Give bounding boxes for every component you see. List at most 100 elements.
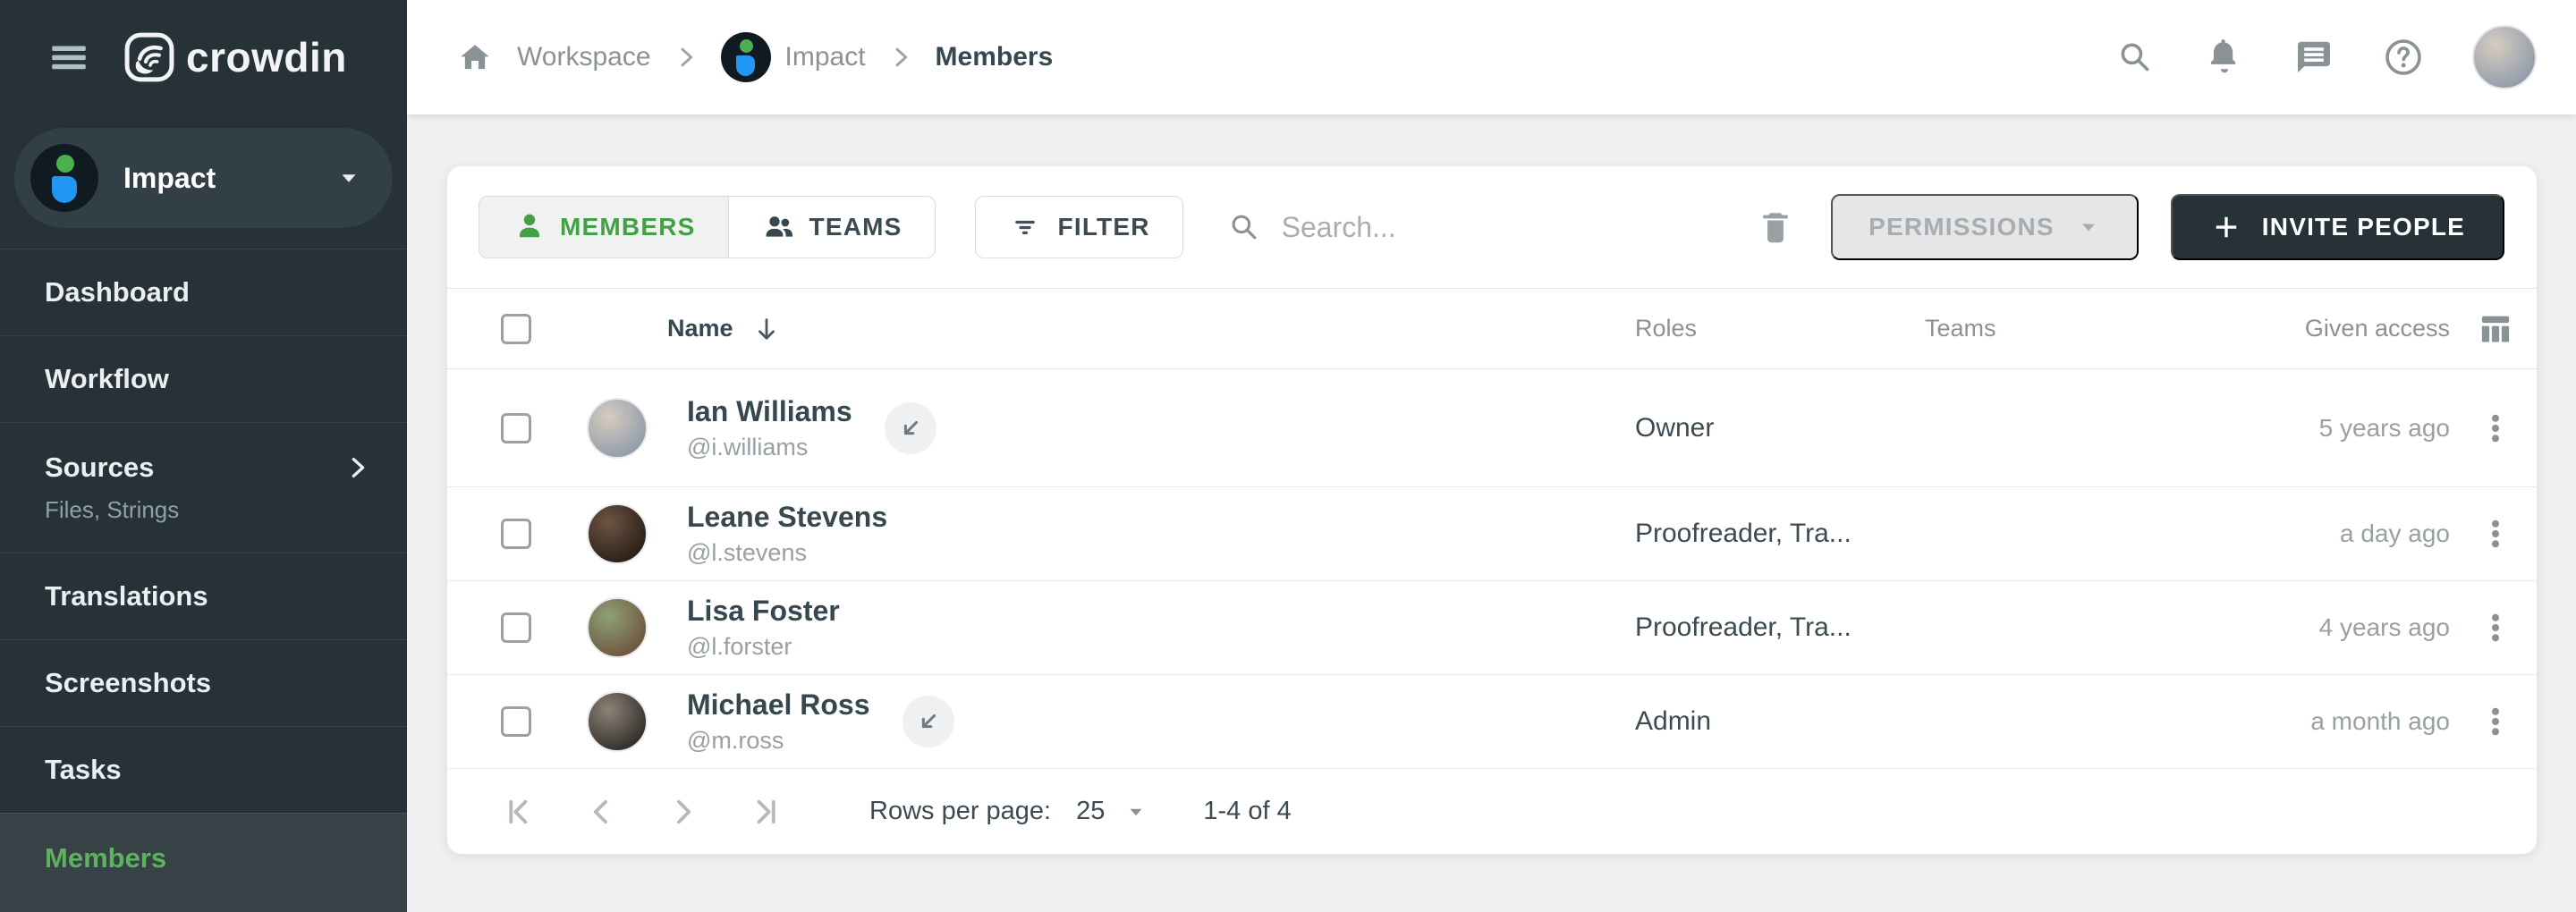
name-header-label: Name bbox=[667, 315, 733, 342]
home-icon[interactable] bbox=[456, 38, 494, 76]
notifications-icon[interactable] bbox=[2204, 37, 2245, 78]
breadcrumb-project[interactable]: Impact bbox=[721, 32, 866, 82]
member-given-access: a month ago bbox=[2191, 707, 2453, 736]
table-body: Ian Williams @i.williams Owner 5 years a… bbox=[447, 369, 2537, 769]
member-name[interactable]: Leane Stevens bbox=[687, 501, 887, 534]
user-avatar[interactable] bbox=[2472, 25, 2537, 89]
sidebar-item-workflow[interactable]: Workflow bbox=[0, 335, 407, 422]
search-box bbox=[1226, 209, 1756, 245]
member-username: @l.forster bbox=[687, 633, 840, 661]
row-menu-icon[interactable] bbox=[2478, 516, 2513, 552]
columns-settings-icon[interactable] bbox=[2476, 309, 2515, 349]
member-avatar bbox=[587, 691, 648, 752]
search-icon[interactable] bbox=[2114, 37, 2156, 78]
member-user-cell: Ian Williams @i.williams bbox=[667, 395, 1635, 461]
plus-icon bbox=[2210, 211, 2242, 243]
column-header-teams[interactable]: Teams bbox=[1925, 315, 2191, 342]
topbar-icons bbox=[2114, 25, 2537, 89]
person-icon bbox=[512, 209, 547, 245]
sidebar-item-members[interactable]: Members bbox=[0, 813, 407, 912]
tab-teams[interactable]: TEAMS bbox=[729, 196, 936, 258]
sort-descending-icon bbox=[753, 316, 780, 342]
member-user-cell: Michael Ross @m.ross bbox=[667, 688, 1635, 755]
member-row: Ian Williams @i.williams Owner 5 years a… bbox=[447, 369, 2537, 487]
messages-icon[interactable] bbox=[2293, 37, 2334, 78]
member-roles: Proofreader, Tra... bbox=[1635, 519, 1925, 549]
tab-members-label: MEMBERS bbox=[560, 213, 696, 241]
filter-label: FILTER bbox=[1058, 213, 1150, 241]
arrow-received-icon bbox=[897, 415, 924, 442]
column-header-name[interactable]: Name bbox=[667, 315, 1635, 342]
filter-icon bbox=[1008, 210, 1042, 244]
previous-page-icon[interactable] bbox=[583, 794, 619, 830]
rows-per-page-select[interactable]: 25 bbox=[1076, 797, 1148, 826]
row-menu-icon[interactable] bbox=[2478, 704, 2513, 739]
row-checkbox[interactable] bbox=[501, 519, 531, 549]
help-icon[interactable] bbox=[2383, 37, 2424, 78]
invite-people-label: INVITE PEOPLE bbox=[2262, 213, 2465, 241]
project-name: Impact bbox=[123, 162, 216, 195]
search-input[interactable] bbox=[1282, 211, 1756, 244]
invite-people-button[interactable]: INVITE PEOPLE bbox=[2171, 194, 2504, 260]
member-row: Leane Stevens @l.stevens Proofreader, Tr… bbox=[447, 487, 2537, 581]
chevron-down-icon bbox=[2076, 215, 2101, 240]
member-name[interactable]: Ian Williams bbox=[687, 395, 852, 428]
chevron-right-icon bbox=[889, 46, 912, 69]
sidebar-nav: Dashboard Workflow Sources Files, String… bbox=[0, 249, 407, 912]
breadcrumb-workspace[interactable]: Workspace bbox=[517, 42, 651, 72]
sidebar-item-dashboard[interactable]: Dashboard bbox=[0, 249, 407, 335]
row-checkbox[interactable] bbox=[501, 413, 531, 443]
sidebar-item-label: Screenshots bbox=[45, 667, 211, 699]
member-roles: Owner bbox=[1635, 413, 1925, 443]
members-card: MEMBERS TEAMS FILTER PERMISSIONS bbox=[447, 166, 2537, 854]
sidebar-item-screenshots[interactable]: Screenshots bbox=[0, 639, 407, 726]
rows-per-page-label: Rows per page: bbox=[869, 797, 1051, 826]
logo-text: crowdin bbox=[186, 33, 347, 81]
permissions-button[interactable]: PERMISSIONS bbox=[1831, 194, 2139, 260]
member-name[interactable]: Michael Ross bbox=[687, 688, 870, 722]
arrow-received-icon bbox=[915, 708, 942, 735]
sidebar-item-translations[interactable]: Translations bbox=[0, 553, 407, 639]
rows-per-page-value: 25 bbox=[1076, 797, 1105, 826]
member-user-cell: Lisa Foster @l.forster bbox=[667, 595, 1635, 661]
next-page-icon[interactable] bbox=[665, 794, 701, 830]
member-given-access: 5 years ago bbox=[2191, 414, 2453, 443]
menu-icon[interactable] bbox=[47, 35, 91, 80]
first-page-icon[interactable] bbox=[501, 794, 537, 830]
member-roles: Proofreader, Tra... bbox=[1635, 612, 1925, 643]
member-avatar bbox=[587, 398, 648, 459]
sidebar-item-label: Members bbox=[45, 842, 166, 874]
column-header-given-access[interactable]: Given access bbox=[2191, 315, 2453, 342]
column-header-roles[interactable]: Roles bbox=[1635, 315, 1925, 342]
project-selector[interactable]: Impact bbox=[14, 128, 393, 228]
row-checkbox[interactable] bbox=[501, 706, 531, 737]
member-given-access: 4 years ago bbox=[2191, 613, 2453, 642]
sidebar: crowdin Impact Dashboard Workflow bbox=[0, 0, 407, 912]
tab-members[interactable]: MEMBERS bbox=[479, 196, 729, 258]
pagination-range: 1-4 of 4 bbox=[1203, 797, 1291, 826]
last-page-icon[interactable] bbox=[748, 794, 784, 830]
sidebar-item-label: Tasks bbox=[45, 754, 122, 786]
sidebar-item-sources[interactable]: Sources Files, Strings bbox=[0, 422, 407, 553]
member-username: @l.stevens bbox=[687, 539, 887, 567]
member-username: @m.ross bbox=[687, 727, 870, 755]
row-menu-icon[interactable] bbox=[2478, 410, 2513, 446]
select-all-checkbox[interactable] bbox=[501, 314, 531, 344]
filter-button[interactable]: FILTER bbox=[975, 196, 1183, 258]
member-roles: Admin bbox=[1635, 706, 1925, 737]
sidebar-item-label: Workflow bbox=[45, 363, 169, 395]
member-row: Michael Ross @m.ross Admin a month ago bbox=[447, 675, 2537, 769]
topbar: Workspace Impact Members bbox=[407, 0, 2576, 114]
crowdin-logo[interactable]: crowdin bbox=[123, 31, 347, 83]
member-username: @i.williams bbox=[687, 434, 852, 461]
member-name[interactable]: Lisa Foster bbox=[687, 595, 840, 628]
row-menu-icon[interactable] bbox=[2478, 610, 2513, 646]
sidebar-item-tasks[interactable]: Tasks bbox=[0, 726, 407, 813]
row-checkbox[interactable] bbox=[501, 612, 531, 643]
breadcrumb-project-label: Impact bbox=[785, 42, 866, 72]
main-content: MEMBERS TEAMS FILTER PERMISSIONS bbox=[407, 114, 2576, 912]
delete-icon[interactable] bbox=[1756, 207, 1795, 247]
tab-teams-label: TEAMS bbox=[809, 213, 902, 241]
people-icon bbox=[761, 209, 797, 245]
member-user-cell: Leane Stevens @l.stevens bbox=[667, 501, 1635, 567]
